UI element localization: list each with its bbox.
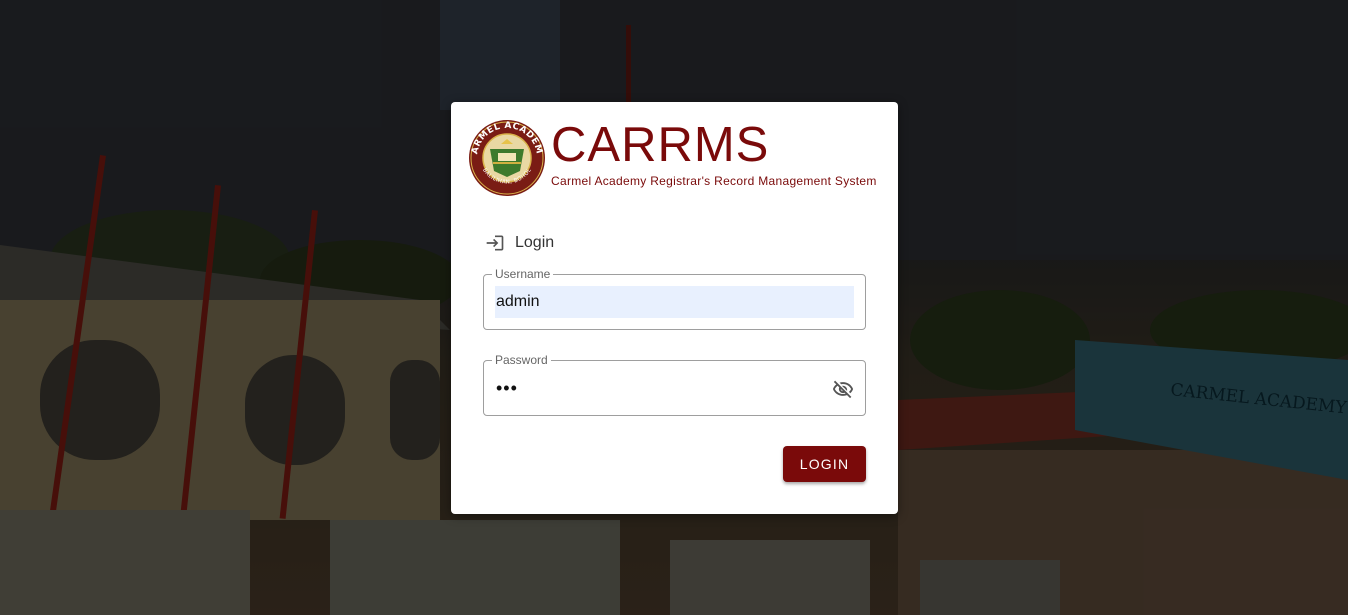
username-input[interactable]: [495, 286, 854, 318]
app-title: CARRMS: [551, 118, 770, 172]
password-label: Password: [492, 353, 551, 367]
login-icon: [486, 235, 504, 251]
username-label: Username: [492, 267, 554, 281]
brand-header: CARMEL ACADEMY BALILIHAN, BOHOL CARRMS C…: [468, 119, 877, 197]
app-subtitle: Carmel Academy Registrar's Record Manage…: [551, 174, 877, 188]
login-heading: Login: [485, 233, 554, 253]
login-heading-label: Login: [515, 234, 555, 251]
login-card: CARMEL ACADEMY BALILIHAN, BOHOL CARRMS C…: [451, 102, 898, 514]
login-button[interactable]: LOGIN: [783, 446, 866, 482]
carmel-academy-seal-icon: CARMEL ACADEMY BALILIHAN, BOHOL: [468, 119, 545, 196]
password-input[interactable]: [495, 372, 825, 404]
password-field: Password: [483, 353, 866, 416]
username-field: Username: [483, 267, 866, 330]
brand-text: CARRMS Carmel Academy Registrar's Record…: [551, 119, 877, 188]
eye-off-icon[interactable]: [831, 378, 855, 400]
